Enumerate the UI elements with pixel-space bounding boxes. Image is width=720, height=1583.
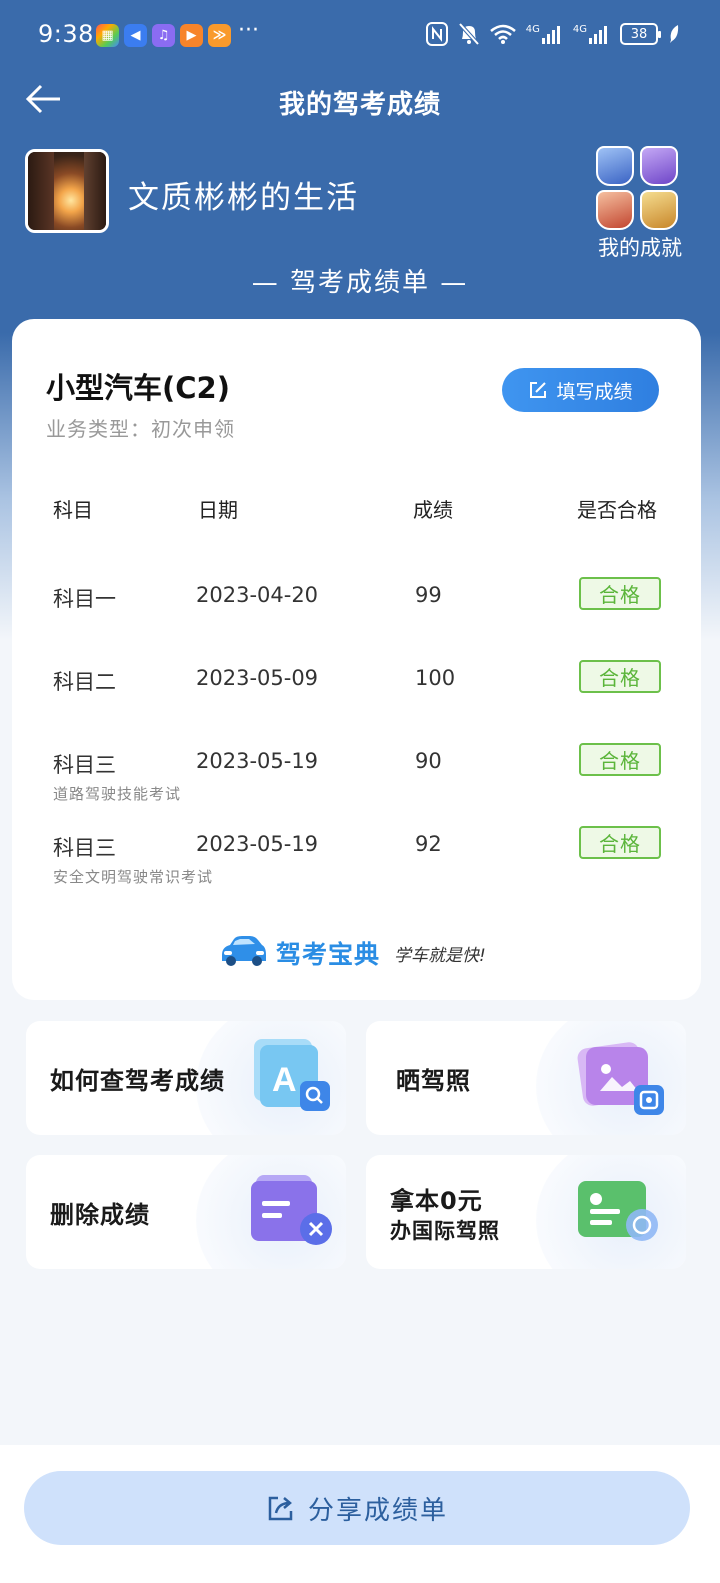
signal-bars-icon [589,26,607,44]
nfc-icon [425,22,448,46]
pass-badge: 合格 [579,743,661,776]
avatar-image-detail [84,152,106,230]
score-cell: 90 [415,749,442,773]
achievements-label: 我的成就 [598,236,682,260]
share-report-button[interactable]: 分享成绩单 [24,1471,690,1545]
tile-label-line2: 办国际驾照 [390,1219,500,1243]
table-row: 科目一 2023-04-20 99 合格 [12,577,701,643]
leaf-icon [670,25,679,43]
column-header-score: 成绩 [413,498,453,522]
column-header-passed: 是否合格 [577,498,657,522]
date-cell: 2023-05-19 [196,749,319,773]
search-doc-icon: A [254,1039,330,1111]
subject-note: 安全文明驾驶常识考试 [53,868,214,886]
car-logo-icon [222,936,266,966]
achievements-button[interactable]: 我的成就 [590,140,690,265]
delete-doc-icon [251,1175,332,1245]
status-indicators: 4G 4G 38 [425,22,680,46]
date-cell: 2023-05-09 [196,666,319,690]
status-time: 9:38 [38,20,94,48]
username: 文质彬彬的生活 [128,180,359,216]
fill-score-label: 填写成绩 [556,380,633,403]
score-card: 小型汽车(C2) 业务类型：初次申领 填写成绩 科目 日期 成绩 是否合格 科目… [12,319,701,1000]
tile-label: 如何查驾考成绩 [50,1067,225,1095]
badge-icon [596,146,634,186]
music-app-icon: ♫ [152,24,175,47]
share-icon [268,1496,293,1521]
svg-text:A: A [272,1061,297,1099]
business-type: 业务类型：初次申领 [46,417,235,441]
cell-signal-2: 4G [573,23,610,45]
share-report-label: 分享成绩单 [307,1495,448,1526]
column-header-subject: 科目 [53,498,93,522]
achievement-badges [596,146,682,232]
wifi-icon [489,24,516,44]
battery-icon: 38 [620,23,661,45]
edit-icon [530,382,547,398]
page-title: 我的驾考成绩 [278,90,441,120]
tile-label: 晒驾照 [396,1067,471,1095]
badge-icon [640,190,678,230]
subject-cell: 科目二 [53,670,116,694]
brand-name: 驾考宝典 [276,940,381,969]
tile-how-to-check-score[interactable]: 如何查驾考成绩 A [26,1021,346,1135]
badge-icon [640,146,678,186]
pass-badge: 合格 [579,660,661,693]
mute-bell-icon [458,22,480,46]
tile-label-line1: 拿本0元 [390,1187,483,1215]
badge-icon [596,190,634,230]
tile-delete-score[interactable]: 删除成绩 [26,1155,346,1269]
app-icon: ▦ [96,24,119,47]
avatar[interactable] [25,149,109,233]
table-row: 科目三 安全文明驾驶常识考试 2023-05-19 92 合格 [12,826,701,892]
photo-share-icon [577,1042,664,1115]
more-notifications-icon: ··· [238,18,259,43]
fill-score-button[interactable]: 填写成绩 [502,368,659,412]
license-card-icon [578,1181,658,1241]
play-app-icon: ▶ [180,24,203,47]
app-icon: ≫ [208,24,231,47]
cell-signal-1: 4G [526,23,563,45]
subject-cell: 科目一 [53,587,116,611]
subject-cell: 科目三 [53,753,116,777]
signal-bars-icon [541,26,560,44]
table-row: 科目二 2023-05-09 100 合格 [12,660,701,726]
subject-note: 道路驾驶技能考试 [53,785,182,803]
tile-show-license[interactable]: 晒驾照 [366,1021,686,1135]
subject-cell: 科目三 [53,836,116,860]
column-header-date: 日期 [198,498,238,522]
table-row: 科目三 道路驾驶技能考试 2023-05-19 90 合格 [12,743,701,809]
pass-badge: 合格 [579,826,661,859]
date-cell: 2023-04-20 [196,583,319,607]
brand-logo: 驾考宝典 学车就是快! [218,933,508,973]
vehicle-type: 小型汽车(C2) [46,371,230,405]
report-heading: — 驾考成绩单 — [251,268,469,298]
avatar-image-detail [28,152,54,230]
score-cell: 92 [415,832,442,856]
app-icon: ◀ [124,24,147,47]
status-bar: 9:38 ▦ ◀ ♫ ▶ ≫ ··· 4G 4G 38 [0,0,720,70]
tile-international-license[interactable]: 拿本0元 办国际驾照 [366,1155,686,1269]
tile-label: 删除成绩 [50,1201,150,1229]
notification-app-icons: ▦ ◀ ♫ ▶ ≫ [96,24,231,47]
pass-badge: 合格 [579,577,661,610]
score-cell: 100 [415,666,456,690]
score-cell: 99 [415,583,442,607]
date-cell: 2023-05-19 [196,832,319,856]
brand-slogan: 学车就是快! [394,946,486,966]
